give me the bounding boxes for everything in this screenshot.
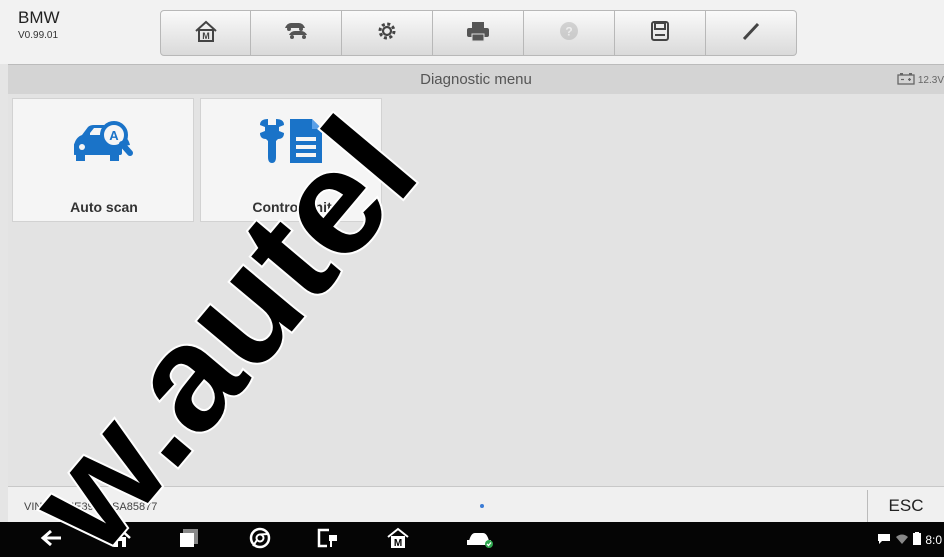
browser-button[interactable] [246, 526, 274, 554]
menu-title-bar: Diagnostic menu 12.3V [8, 64, 944, 95]
vehicle-swap-button[interactable] [251, 10, 342, 56]
recent-apps-icon [178, 527, 200, 554]
vci-connect-button[interactable] [314, 526, 342, 554]
top-bar: BMW V0.99.01 M ? [0, 0, 944, 64]
vehicle-status-button[interactable] [466, 526, 494, 554]
svg-text:?: ? [565, 24, 572, 38]
vehicle-swap-icon [281, 19, 311, 48]
wifi-icon [895, 533, 909, 548]
system-tray: 8:0 [877, 532, 942, 548]
help-icon: ? [557, 19, 581, 48]
toolbar: M ? [160, 10, 797, 56]
control-unit-card[interactable]: Control unit [200, 98, 382, 222]
esc-button[interactable]: ESC [867, 490, 944, 522]
svg-text:M: M [202, 31, 210, 41]
battery-icon [897, 73, 915, 88]
clock: 8:0 [925, 533, 942, 547]
house-icon [108, 526, 132, 554]
printer-icon [464, 19, 492, 48]
auto-scan-label: Auto scan [70, 199, 138, 215]
home-icon: M [193, 19, 219, 48]
car-connected-icon [465, 527, 495, 554]
vehicle-brand: BMW [18, 8, 60, 27]
message-icon [877, 533, 891, 548]
help-button[interactable]: ? [524, 10, 615, 56]
vci-connect-icon [315, 526, 341, 555]
svg-text:A: A [109, 128, 119, 143]
function-grid: A Auto scan Control unit [8, 94, 944, 486]
maxisys-home-icon: M [386, 527, 410, 554]
control-unit-label: Control unit [252, 199, 332, 215]
battery-voltage: 12.3V [897, 73, 944, 88]
pencil-icon [739, 19, 763, 48]
android-home-button[interactable] [106, 526, 134, 554]
print-button[interactable] [433, 10, 524, 56]
page-indicator-dot [480, 504, 484, 508]
page-title: Diagnostic menu [420, 71, 532, 88]
recent-apps-button[interactable] [175, 526, 203, 554]
auto-scan-icon: A [13, 115, 195, 167]
edit-button[interactable] [706, 10, 797, 56]
save-button[interactable] [615, 10, 706, 56]
maxisys-home-button[interactable]: M [384, 526, 412, 554]
svg-text:M: M [394, 538, 402, 549]
back-button[interactable] [38, 526, 66, 554]
gear-icon [375, 19, 399, 48]
back-arrow-icon [40, 528, 64, 553]
auto-scan-card[interactable]: A Auto scan [12, 98, 194, 222]
browser-icon [248, 526, 272, 555]
home-button[interactable]: M [160, 10, 251, 56]
settings-button[interactable] [342, 10, 433, 56]
vin-number: VIN:LBVNE39055SA85877 [24, 501, 158, 513]
status-bar: VIN:LBVNE39055SA85877 ESC [8, 486, 944, 523]
battery-status-icon [913, 532, 922, 548]
voltage-value: 12.3V [917, 75, 944, 86]
software-version: V0.99.01 [18, 30, 59, 41]
save-icon [648, 19, 672, 48]
vehicle-info: BMW V0.99.01 [18, 8, 60, 41]
control-unit-icon [201, 115, 383, 167]
system-nav-bar: M 8:0 [0, 522, 944, 557]
